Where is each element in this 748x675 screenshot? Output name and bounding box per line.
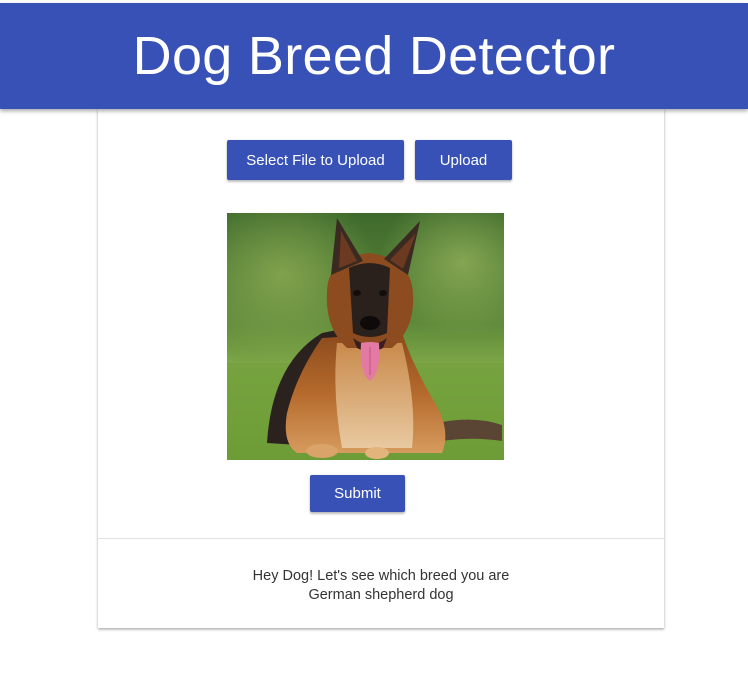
dog-photo-illustration [227,213,504,460]
result-greeting: Hey Dog! Let's see which breed you are [252,568,510,584]
result-breed: German shepherd dog [308,587,454,603]
app-header: Dog Breed Detector [0,3,748,109]
card-divider [98,538,664,539]
select-file-button[interactable]: Select File to Upload [227,140,404,180]
app-title: Dog Breed Detector [132,26,616,86]
detector-card: Select File to Upload Upload Submit Hey … [98,109,664,628]
dog-preview-image [227,213,504,460]
prediction-result: Hey Dog! Let's see which breed you are G… [98,567,664,605]
submit-button[interactable]: Submit [310,475,405,512]
upload-button[interactable]: Upload [415,140,512,180]
